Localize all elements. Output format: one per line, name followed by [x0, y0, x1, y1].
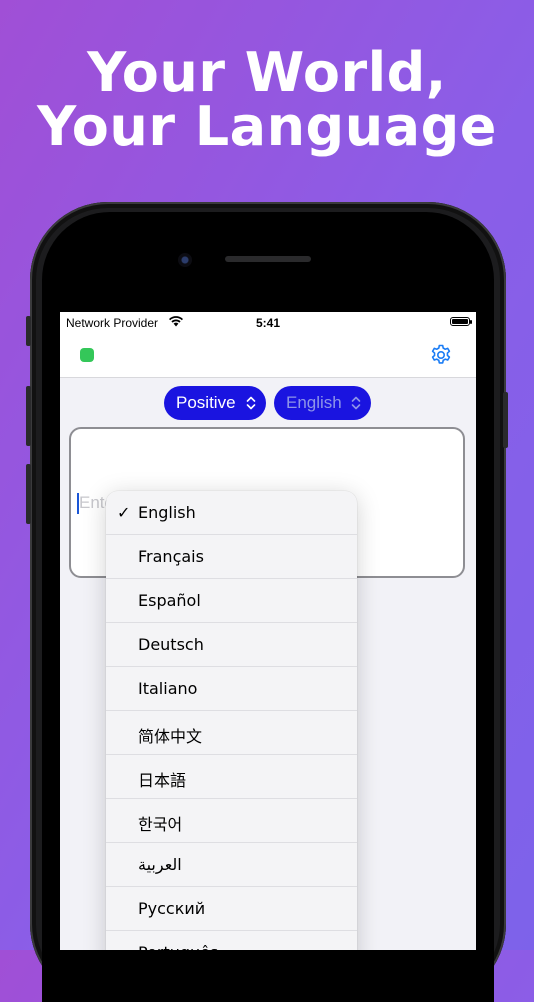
mode-selector-label: Positive	[176, 393, 236, 412]
menu-item-language[interactable]: ✓ English	[106, 491, 357, 535]
menu-item-language[interactable]: Français	[106, 535, 357, 579]
phone-power-button	[503, 392, 508, 448]
language-selector[interactable]: English	[274, 386, 371, 420]
menu-item-language[interactable]: Русский	[106, 887, 357, 931]
menu-item-language[interactable]: Deutsch	[106, 623, 357, 667]
menu-item-language[interactable]: 한국어	[106, 799, 357, 843]
menu-item-label: Français	[138, 547, 204, 566]
top-toolbar	[60, 334, 476, 378]
menu-item-label: Deutsch	[138, 635, 204, 654]
earpiece-speaker	[225, 256, 311, 262]
menu-item-label: 日本語	[138, 771, 187, 790]
front-camera	[178, 253, 192, 267]
up-down-chevron-icon	[351, 396, 361, 410]
phone-volume-down	[26, 464, 31, 524]
phone-volume-up	[26, 386, 31, 446]
menu-item-language[interactable]: Português	[106, 931, 357, 950]
up-down-chevron-icon	[246, 396, 256, 410]
connection-status-indicator	[80, 348, 94, 362]
menu-item-language[interactable]: العربية	[106, 843, 357, 887]
app-screen: Network Provider 5:41 Positive English E…	[60, 312, 476, 950]
menu-item-label: Português	[138, 943, 218, 950]
phone-mute-switch	[26, 316, 31, 346]
mode-selector[interactable]: Positive	[164, 386, 266, 420]
menu-item-label: Italiano	[138, 679, 198, 698]
menu-item-language[interactable]: Español	[106, 579, 357, 623]
menu-item-label: English	[138, 503, 196, 522]
menu-item-label: Español	[138, 591, 201, 610]
status-bar: Network Provider 5:41	[60, 312, 476, 334]
menu-item-label: 简体中文	[138, 727, 203, 746]
menu-item-language[interactable]: Italiano	[106, 667, 357, 711]
gear-icon[interactable]	[429, 343, 453, 367]
headline-line-2: Your Language	[37, 95, 497, 158]
language-selector-label: English	[286, 393, 342, 412]
menu-item-label: العربية	[138, 855, 182, 874]
menu-item-label: 한국어	[138, 815, 183, 834]
menu-item-language[interactable]: 简体中文	[106, 711, 357, 755]
menu-item-language[interactable]: 日本語	[106, 755, 357, 799]
headline-line-1: Your World,	[87, 41, 447, 104]
battery-icon	[450, 317, 472, 326]
checkmark-icon: ✓	[117, 505, 131, 522]
clock: 5:41	[255, 316, 281, 330]
headline: Your World, Your Language	[0, 46, 534, 154]
menu-item-label: Русский	[138, 899, 206, 918]
language-dropdown-menu: ✓ English Français Español Deutsch Italiano 简体…	[106, 491, 357, 950]
main-content: Positive English Ente ✓ English Français Es…	[60, 378, 476, 950]
